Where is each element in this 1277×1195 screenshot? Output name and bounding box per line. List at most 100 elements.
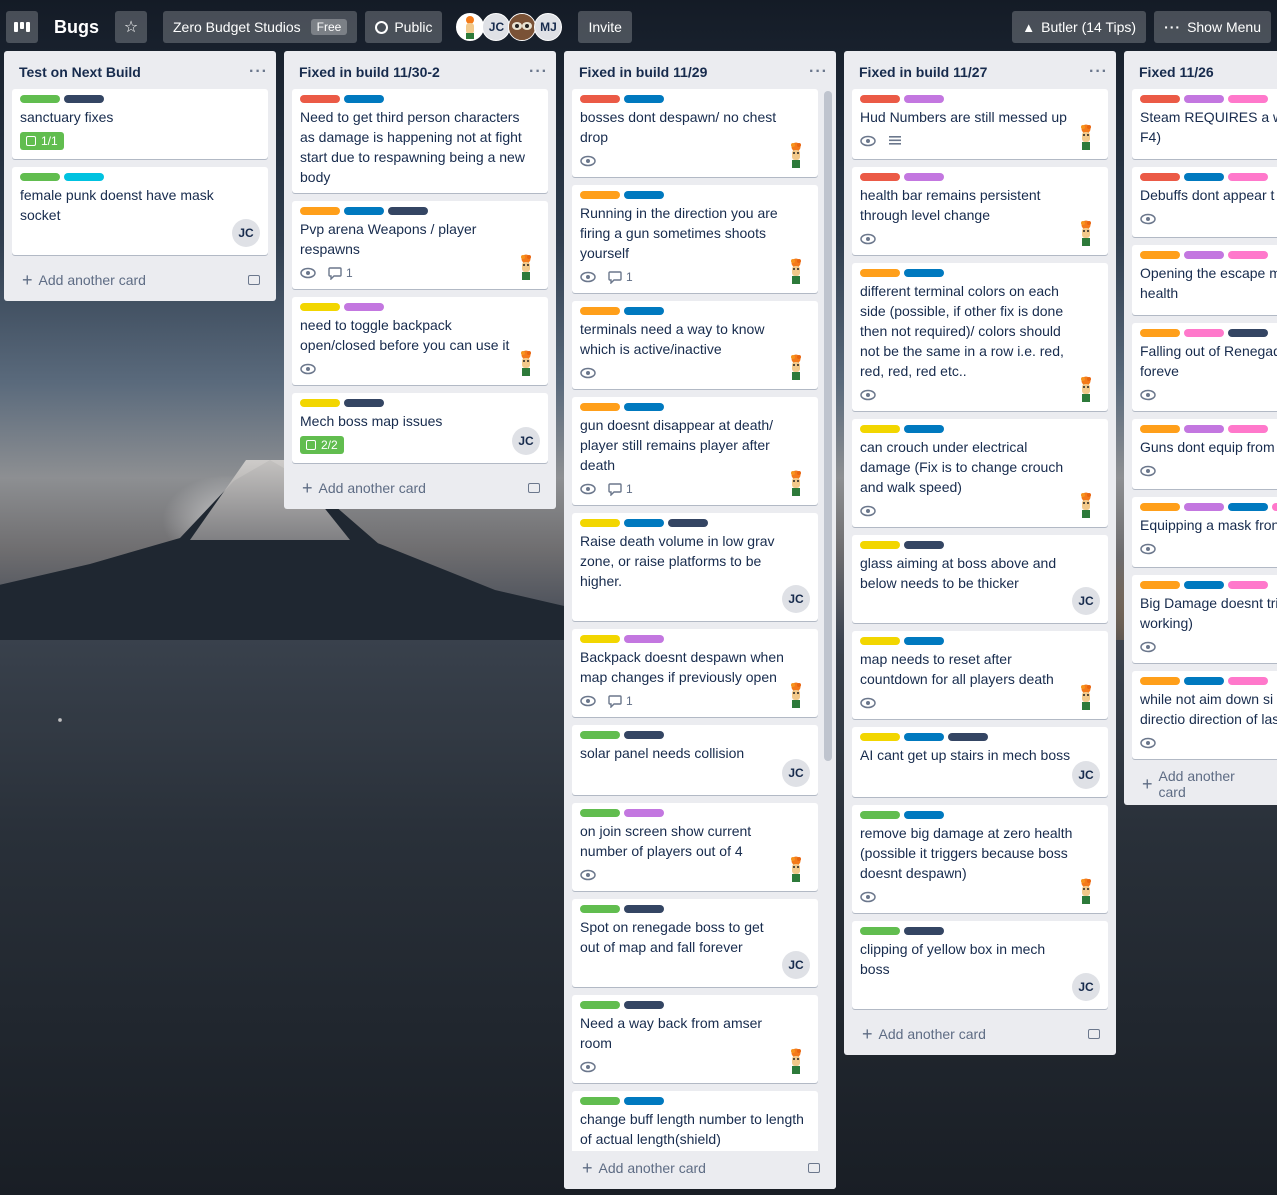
card-label[interactable] xyxy=(1184,581,1224,589)
card-labels[interactable] xyxy=(580,191,810,199)
star-button[interactable]: ☆ xyxy=(115,11,147,43)
board-menu-button[interactable] xyxy=(6,11,38,43)
card-label[interactable] xyxy=(1272,503,1277,511)
card-label[interactable] xyxy=(1184,95,1224,103)
member-avatar-beaker[interactable] xyxy=(1072,683,1100,711)
avatar-jc[interactable]: JC xyxy=(482,13,511,41)
card-labels[interactable] xyxy=(580,905,810,913)
member-avatar-beaker[interactable] xyxy=(782,1047,810,1075)
member-avatar-beaker[interactable] xyxy=(782,855,810,883)
card-label[interactable] xyxy=(1140,251,1180,259)
card-label[interactable] xyxy=(624,403,664,411)
card-labels[interactable] xyxy=(580,307,810,315)
add-card-button[interactable]: + Add another card xyxy=(844,1017,1116,1055)
member-avatar-beaker[interactable] xyxy=(782,257,810,285)
list-header[interactable]: Fixed 11/26 xyxy=(1124,51,1277,89)
member-avatar-beaker[interactable] xyxy=(512,349,540,377)
card-labels[interactable] xyxy=(1140,677,1277,685)
card-label[interactable] xyxy=(624,1001,664,1009)
member-avatar-beaker[interactable] xyxy=(1072,877,1100,905)
card-label[interactable] xyxy=(300,399,340,407)
card-label[interactable] xyxy=(624,809,664,817)
card-labels[interactable] xyxy=(580,1097,810,1105)
card-label[interactable] xyxy=(1184,425,1224,433)
member-avatar-jc[interactable]: JC xyxy=(1072,761,1100,789)
card-label[interactable] xyxy=(1228,251,1268,259)
card-label[interactable] xyxy=(624,731,664,739)
card-label[interactable] xyxy=(1184,173,1224,181)
card-label[interactable] xyxy=(388,207,428,215)
card-label[interactable] xyxy=(904,733,944,741)
card-template-icon[interactable] xyxy=(248,275,260,285)
member-avatar-jc[interactable]: JC xyxy=(232,219,260,247)
member-avatar-beaker[interactable] xyxy=(782,141,810,169)
card[interactable]: Big Damage doesnt tri to buffs not worki… xyxy=(1132,575,1277,663)
card-label[interactable] xyxy=(1140,425,1180,433)
card[interactable]: Need to get third person characters as d… xyxy=(292,89,548,193)
card-label[interactable] xyxy=(860,541,900,549)
card-label[interactable] xyxy=(668,519,708,527)
member-avatar-jc[interactable]: JC xyxy=(782,951,810,979)
card-label[interactable] xyxy=(904,269,944,277)
card-label[interactable] xyxy=(904,927,944,935)
card-labels[interactable] xyxy=(860,541,1100,549)
card-label[interactable] xyxy=(624,905,664,913)
card[interactable]: gun doesnt disappear at death/ player st… xyxy=(572,397,818,505)
card[interactable]: sanctuary fixes 1/1 xyxy=(12,89,268,159)
card-label[interactable] xyxy=(1140,173,1180,181)
card-label[interactable] xyxy=(1140,677,1180,685)
card-template-icon[interactable] xyxy=(528,483,540,493)
card[interactable]: Backpack doesnt despawn when map changes… xyxy=(572,629,818,717)
member-avatar-beaker[interactable] xyxy=(1072,123,1100,151)
card-labels[interactable] xyxy=(860,733,1100,741)
card-labels[interactable] xyxy=(300,303,540,311)
list-title[interactable]: Fixed in build 11/29 xyxy=(579,64,707,80)
invite-button[interactable]: Invite xyxy=(578,11,632,43)
card-label[interactable] xyxy=(860,637,900,645)
card-label[interactable] xyxy=(860,733,900,741)
card-labels[interactable] xyxy=(860,95,1100,103)
card[interactable]: can crouch under electrical damage (Fix … xyxy=(852,419,1108,527)
card[interactable]: terminals need a way to know which is ac… xyxy=(572,301,818,389)
card[interactable]: Need a way back from amser room xyxy=(572,995,818,1083)
card-labels[interactable] xyxy=(580,731,810,739)
list-header[interactable]: Fixed in build 11/27 ··· xyxy=(844,51,1116,89)
member-avatar-beaker[interactable] xyxy=(1072,375,1100,403)
show-menu-button[interactable]: ··· Show Menu xyxy=(1154,11,1271,43)
card-label[interactable] xyxy=(1228,173,1268,181)
card[interactable]: Running in the direction you are firing … xyxy=(572,185,818,293)
card-label[interactable] xyxy=(1228,425,1268,433)
card[interactable]: Raise death volume in low grav zone, or … xyxy=(572,513,818,621)
card-label[interactable] xyxy=(1228,581,1268,589)
card[interactable]: female punk doenst have mask socket JC xyxy=(12,167,268,255)
list-title[interactable]: Test on Next Build xyxy=(19,64,141,80)
member-avatar-jc[interactable]: JC xyxy=(782,585,810,613)
list-header[interactable]: Fixed in build 11/30-2 ··· xyxy=(284,51,556,89)
card-label[interactable] xyxy=(860,811,900,819)
card[interactable]: AI cant get up stairs in mech boss JC xyxy=(852,727,1108,797)
card-labels[interactable] xyxy=(580,403,810,411)
card[interactable]: on join screen show current number of pl… xyxy=(572,803,818,891)
card-labels[interactable] xyxy=(580,1001,810,1009)
butler-button[interactable]: ▲ Butler (14 Tips) xyxy=(1012,11,1147,43)
card-label[interactable] xyxy=(580,809,620,817)
card[interactable]: solar panel needs collision JC xyxy=(572,725,818,795)
card[interactable]: Pvp arena Weapons / player respawns 1 xyxy=(292,201,548,289)
card[interactable]: map needs to reset after countdown for a… xyxy=(852,631,1108,719)
card-label[interactable] xyxy=(580,519,620,527)
add-card-button[interactable]: + Add another card xyxy=(4,263,276,301)
card[interactable]: Guns dont equip from xyxy=(1132,419,1277,489)
card-template-icon[interactable] xyxy=(1088,1029,1100,1039)
card-label[interactable] xyxy=(860,927,900,935)
card-label[interactable] xyxy=(580,731,620,739)
card-label[interactable] xyxy=(1228,95,1268,103)
card-labels[interactable] xyxy=(300,95,540,103)
card-label[interactable] xyxy=(948,733,988,741)
card-label[interactable] xyxy=(624,1097,664,1105)
card[interactable]: need to toggle backpack open/closed befo… xyxy=(292,297,548,385)
member-avatar-beaker[interactable] xyxy=(1072,219,1100,247)
list-title[interactable]: Fixed in build 11/30-2 xyxy=(299,64,440,80)
card-labels[interactable] xyxy=(20,95,260,103)
card[interactable]: bosses dont despawn/ no chest drop xyxy=(572,89,818,177)
card-labels[interactable] xyxy=(300,399,540,407)
